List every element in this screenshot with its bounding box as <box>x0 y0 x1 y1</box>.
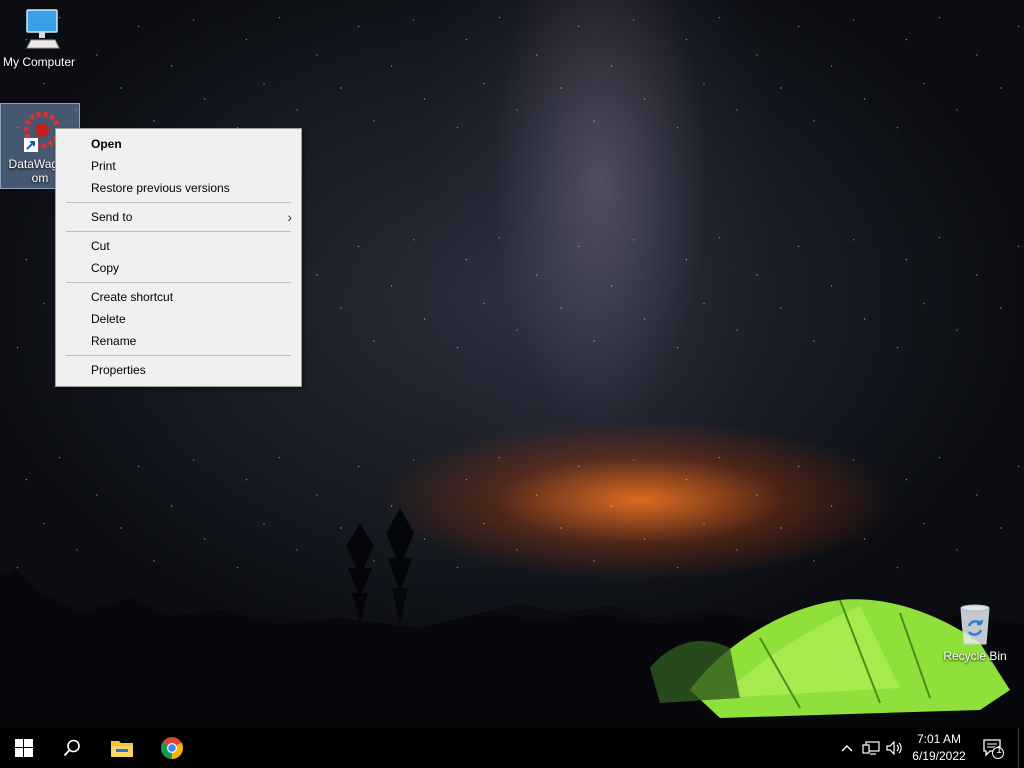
menu-item-label: Create shortcut <box>91 290 174 304</box>
menu-item-label: Cut <box>91 239 110 253</box>
menu-item-send-to[interactable]: Send to › <box>57 206 300 228</box>
desktop-icon-label: Recycle Bin <box>943 649 1007 663</box>
menu-item-properties[interactable]: Properties <box>57 359 300 381</box>
chrome-button[interactable] <box>148 728 196 768</box>
recycle-bin-icon <box>960 604 990 645</box>
menu-item-label: Properties <box>91 363 146 377</box>
desktop-icon-my-computer[interactable]: My Computer <box>0 8 78 74</box>
show-desktop-button[interactable] <box>1018 728 1024 768</box>
menu-item-copy[interactable]: Copy <box>57 257 300 279</box>
menu-separator <box>66 202 291 203</box>
action-center-button[interactable]: 1 <box>978 728 1008 768</box>
taskbar-clock[interactable]: 7:01 AM 6/19/2022 <box>904 731 974 765</box>
landscape-silhouette <box>0 508 1024 728</box>
chevron-right-icon: › <box>287 209 292 225</box>
menu-item-delete[interactable]: Delete <box>57 308 300 330</box>
chrome-icon <box>161 737 183 759</box>
context-menu: Open Print Restore previous versions Sen… <box>55 128 302 387</box>
menu-item-label: Send to <box>91 210 133 224</box>
start-icon <box>15 739 33 757</box>
file-explorer-button[interactable] <box>98 728 146 768</box>
menu-separator <box>66 282 291 283</box>
menu-item-label: Print <box>91 159 116 173</box>
menu-separator <box>66 231 291 232</box>
menu-item-label: Delete <box>91 312 126 326</box>
volume-button[interactable] <box>884 728 906 768</box>
menu-item-label: Copy <box>91 261 120 275</box>
menu-item-create-shortcut[interactable]: Create shortcut <box>57 286 300 308</box>
desktop-icon-label-line2: om <box>31 171 49 185</box>
start-button[interactable] <box>0 728 48 768</box>
menu-item-open[interactable]: Open <box>57 133 300 155</box>
clock-date: 6/19/2022 <box>912 749 966 763</box>
menu-separator <box>66 355 291 356</box>
menu-item-restore-previous-versions[interactable]: Restore previous versions <box>57 177 300 199</box>
menu-item-label: Open <box>91 137 122 151</box>
search-icon <box>63 739 80 757</box>
file-explorer-icon <box>111 741 133 757</box>
volume-icon <box>886 741 902 755</box>
menu-item-rename[interactable]: Rename <box>57 330 300 352</box>
computer-icon <box>26 9 60 49</box>
clock-time: 7:01 AM <box>916 732 962 746</box>
menu-item-print[interactable]: Print <box>57 155 300 177</box>
notification-count-badge: 1 <box>996 745 1002 756</box>
menu-item-label: Rename <box>91 334 137 348</box>
chevron-up-icon <box>841 745 853 752</box>
menu-item-label: Restore previous versions <box>91 181 230 195</box>
taskbar: 7:01 AM 6/19/2022 1 <box>0 728 1024 768</box>
network-button[interactable] <box>860 728 882 768</box>
show-hidden-icons-button[interactable] <box>838 728 856 768</box>
menu-item-cut[interactable]: Cut <box>57 235 300 257</box>
desktop-icon-recycle-bin[interactable]: Recycle Bin <box>936 602 1014 670</box>
desktop-icon-label: My Computer <box>2 55 76 69</box>
search-button[interactable] <box>48 728 96 768</box>
network-icon <box>862 741 880 755</box>
